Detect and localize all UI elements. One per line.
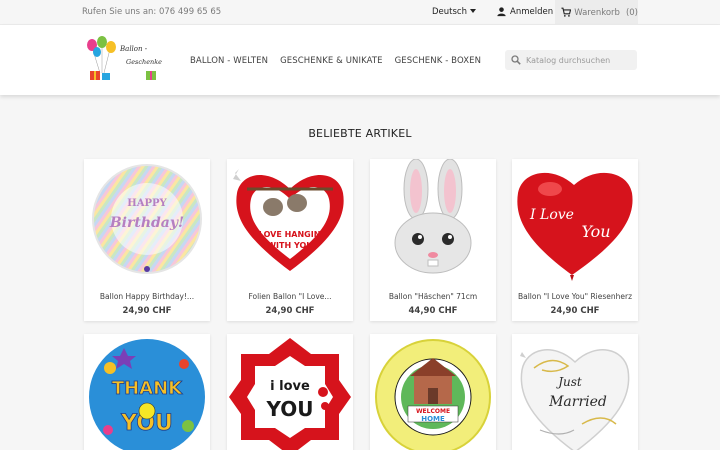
svg-text:WELCOME: WELCOME [416,408,450,415]
product-image[interactable]: WELCOME HOME [370,334,496,450]
svg-text:WITH YOU: WITH YOU [267,241,313,250]
product-name[interactable]: Ballon Happy Birthday!... [84,292,210,301]
cart-label: Warenkorb [574,7,620,18]
product-price: 24,90 CHF [265,306,315,316]
nav-item-geschenke-unikate[interactable]: GESCHENKE & UNIKATE [280,56,383,66]
product-card[interactable]: WELCOME HOME [370,334,496,450]
product-name[interactable]: Ballon "Häschen" 71cm [370,292,496,301]
contact-phone: Rufen Sie uns an: 076 499 65 65 [82,7,222,17]
svg-text:Birthday!: Birthday! [109,215,184,231]
svg-text:THANK: THANK [112,378,183,399]
product-price: 44,90 CHF [408,306,458,316]
product-name[interactable]: Folien Ballon "I Love... [227,292,353,301]
user-icon [497,7,506,17]
product-image[interactable]: i love YOU [227,334,353,450]
nav-item-geschenk-boxen[interactable]: GESCHENK - BOXEN [395,56,481,66]
product-image[interactable]: Just Married [512,334,638,450]
product-image[interactable] [370,159,496,285]
logo-text-1: Ballon - [119,45,148,53]
product-image[interactable]: I LOVE HANGING WITH YOU [227,159,353,285]
product-card[interactable]: I LOVE HANGING WITH YOU Folien Ballon "I… [227,159,353,321]
product-card[interactable]: HAPPY Birthday! Ballon Happy Birthday!..… [84,159,210,321]
signin-link[interactable]: Anmelden [496,6,553,17]
product-price: 24,90 CHF [122,306,172,316]
cart-button[interactable]: Warenkorb (0) [555,0,638,25]
product-card[interactable]: Just Married [512,334,638,450]
top-bar: Rufen Sie uns an: 076 499 65 65 Deutsch … [0,0,720,25]
svg-text:HAPPY: HAPPY [127,198,167,209]
svg-text:I LOVE HANGING: I LOVE HANGING [253,230,327,239]
svg-text:Just: Just [555,375,582,389]
signin-label: Anmelden [510,6,554,17]
cart-count: (0) [625,7,638,18]
main-nav: BALLON - WELTEN GESCHENKE & UNIKATE GESC… [190,56,481,66]
product-image[interactable]: THANK YOU [84,334,210,450]
product-card[interactable]: I Love You Ballon "I Love You" Riesenher… [512,159,638,321]
svg-text:You: You [581,222,610,241]
search-input[interactable] [526,55,631,65]
svg-text:YOU: YOU [265,397,313,421]
language-selector[interactable]: Deutsch [432,7,476,17]
svg-text:HOME: HOME [421,415,445,423]
product-name[interactable]: Ballon "I Love You" Riesenherz [512,292,638,301]
search-icon[interactable] [511,55,521,65]
product-image[interactable]: HAPPY Birthday! [84,159,210,285]
nav-item-ballon-welten[interactable]: BALLON - WELTEN [190,56,268,66]
shop-logo[interactable]: Ballon - Geschenke [82,35,162,85]
svg-text:I Love: I Love [529,207,574,223]
cart-icon [561,7,572,17]
language-label: Deutsch [432,7,467,17]
product-image[interactable]: I Love You [512,159,638,285]
logo-text-2: Geschenke [126,58,162,66]
section-title: BELIEBTE ARTIKEL [308,127,412,140]
svg-text:Married: Married [548,394,607,410]
search-box [505,50,637,70]
header: Ballon - Geschenke BALLON - WELTEN GESCH… [0,25,720,95]
product-price: 24,90 CHF [550,306,600,316]
product-card[interactable]: i love YOU [227,334,353,450]
product-card[interactable]: Ballon "Häschen" 71cm 44,90 CHF [370,159,496,321]
caret-down-icon [469,9,476,13]
svg-text:i love: i love [270,379,310,394]
product-card[interactable]: THANK YOU [84,334,210,450]
